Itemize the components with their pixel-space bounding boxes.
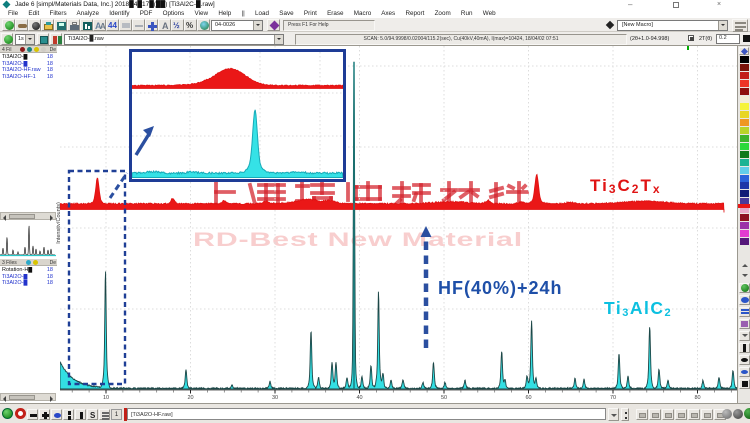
svg-text:20: 20 [187, 395, 193, 401]
svg-text:60: 60 [525, 395, 531, 401]
svg-text:10: 10 [103, 395, 109, 401]
svg-text:Ti3C2Tx: Ti3C2Tx [590, 176, 662, 196]
svg-text:Ti3AlC2: Ti3AlC2 [604, 298, 672, 319]
svg-text:80: 80 [694, 395, 700, 401]
svg-text:RD-Best New Material: RD-Best New Material [193, 229, 523, 250]
svg-text:50: 50 [441, 395, 447, 401]
svg-text:70: 70 [610, 395, 616, 401]
svg-text:HF(40%)+24h: HF(40%)+24h [438, 278, 563, 298]
svg-text:40: 40 [356, 395, 362, 401]
svg-text:30: 30 [272, 395, 278, 401]
